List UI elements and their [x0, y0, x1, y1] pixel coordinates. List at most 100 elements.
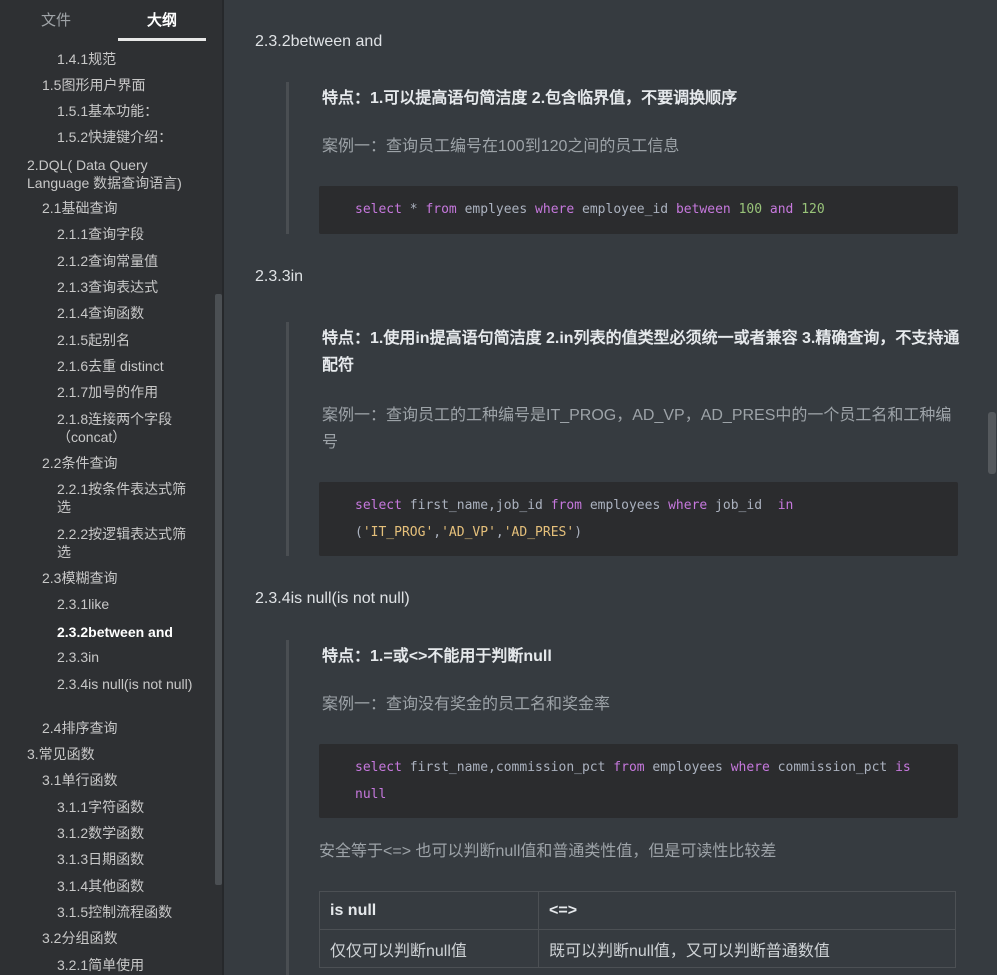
- code-text: ,: [495, 525, 504, 540]
- outline-item[interactable]: 3.1.3日期函数: [57, 850, 200, 868]
- outline-item[interactable]: 2.3.1like: [57, 595, 200, 613]
- feature-text: 特点：1.可以提高语句简洁度 2.包含临界值，不要调换顺序: [322, 90, 738, 107]
- code-text: employee_id: [574, 202, 676, 217]
- code-keyword: where: [730, 760, 770, 775]
- code-keyword: and: [769, 202, 794, 217]
- code-string: 'AD_VP': [441, 525, 496, 540]
- code-text: first_name,commission_pct: [401, 760, 614, 775]
- outline-item[interactable]: 3.1单行函数: [42, 771, 200, 789]
- code-string: 'AD_PRES': [503, 525, 575, 540]
- sidebar-scrollbar-thumb[interactable]: [215, 294, 222, 885]
- code-block[interactable]: select first_name,commission_pct from em…: [319, 744, 958, 818]
- sidebar-tabs: 文件 大纲: [0, 0, 222, 44]
- code-text: ,: [433, 525, 442, 540]
- outline-item[interactable]: 2.2.1按条件表达式筛选: [57, 480, 200, 516]
- code-text: first_name,job_id: [401, 498, 551, 513]
- code-text: *: [401, 202, 426, 217]
- code-text: ): [574, 525, 583, 540]
- feature-text: 特点：1.=或<>不能用于判断null: [322, 648, 552, 665]
- code-keyword: between: [675, 202, 731, 217]
- safe-equal-text: 安全等于<=> 也可以判断null值和普通类性值，但是可读性比较差: [319, 843, 777, 860]
- code-block[interactable]: select first_name,job_id from employees …: [319, 482, 958, 556]
- editor-content: 2.3.2between and 特点：1.可以提高语句简洁度 2.包含临界值，…: [224, 0, 997, 975]
- editor-scrollbar-thumb[interactable]: [988, 412, 996, 474]
- outline-item[interactable]: 2.1.6去重 distinct: [57, 357, 200, 375]
- sidebar: 文件 大纲 1.4.1规范 1.5图形用户界面 1.5.1基本功能： 1.5.2快捷键…: [0, 0, 222, 975]
- outline-item[interactable]: 3.1.2数学函数: [57, 824, 200, 842]
- outline-item[interactable]: 2.1.4查询函数: [57, 304, 200, 322]
- heading-in: 2.3.3in: [255, 268, 304, 285]
- code-keyword: where: [535, 202, 575, 217]
- outline-item[interactable]: 3.1.1字符函数: [57, 798, 200, 816]
- heading-is-null: 2.3.4is null(is not null): [255, 590, 410, 607]
- outline-item[interactable]: 3.常见函数: [27, 745, 200, 763]
- code-line: select * from emplyees where employee_id…: [355, 196, 825, 223]
- outline-item[interactable]: 2.1.2查询常量值: [57, 252, 200, 270]
- code-keyword: select: [355, 498, 402, 513]
- code-keyword: from: [425, 202, 457, 217]
- outline-item[interactable]: 2.1.7加号的作用: [57, 383, 200, 401]
- outline-item[interactable]: 2.1.5起别名: [57, 331, 200, 349]
- outline-item[interactable]: 1.5.1基本功能：: [57, 102, 200, 120]
- table-header-cell: <=>: [538, 891, 956, 930]
- code-text: employees: [644, 760, 731, 775]
- table-cell: 仅仅可以判断null值: [319, 929, 539, 968]
- tab-outline[interactable]: 大纲: [118, 10, 206, 32]
- code-line: null: [355, 781, 386, 808]
- outline-item[interactable]: 2.3.4is null(is not null): [57, 675, 200, 693]
- outline-item[interactable]: 3.1.5控制流程函数: [57, 903, 200, 921]
- table-row: 仅仅可以判断null值 既可以判断null值，又可以判断普通数值: [319, 929, 956, 968]
- outline-item[interactable]: 2.2.2按逻辑表达式筛选: [57, 525, 200, 561]
- outline-item[interactable]: 2.DQL( Data Query Language 数据查询语言): [27, 156, 200, 192]
- case-text: 案例一：查询员工的工种编号是IT_PROG，AD_VP，AD_PRES中的一个员…: [322, 407, 952, 451]
- case-text: 案例一：查询员工编号在100到120之间的员工信息: [322, 138, 680, 155]
- outline-item[interactable]: 2.3.2between and: [57, 623, 200, 641]
- outline-item[interactable]: 1.4.1规范: [57, 50, 200, 68]
- code-text: (: [355, 525, 363, 540]
- code-number: 100: [738, 202, 763, 217]
- feature-text: 特点：1.使用in提高语句简洁度 2.in列表的值类型必须统一或者兼容 3.精确…: [322, 330, 960, 374]
- code-keyword: is: [895, 760, 911, 775]
- case-text: 案例一：查询没有奖金的员工名和奖金率: [322, 696, 611, 713]
- code-line: ('IT_PROG','AD_VP','AD_PRES'): [355, 519, 582, 546]
- outline-item[interactable]: 1.5.2快捷键介绍：: [57, 128, 200, 146]
- table-cell: 既可以判断null值，又可以判断普通数值: [538, 929, 956, 968]
- outline-item[interactable]: 2.3.3in: [57, 648, 200, 666]
- outline-item[interactable]: 1.5图形用户界面: [42, 76, 200, 94]
- outline-item[interactable]: 2.4排序查询: [42, 719, 200, 737]
- tab-files[interactable]: 文件: [36, 10, 76, 32]
- table-header-row: is null <=>: [319, 891, 956, 930]
- code-keyword: null: [355, 787, 387, 802]
- code-keyword: from: [550, 498, 582, 513]
- outline-item[interactable]: 2.1.8连接两个字段（concat）: [57, 410, 200, 446]
- code-keyword: from: [613, 760, 645, 775]
- code-keyword: select: [355, 202, 402, 217]
- code-number: 120: [801, 202, 825, 217]
- code-text: commission_pct: [769, 760, 896, 775]
- outline-item[interactable]: 2.3模糊查询: [42, 569, 200, 587]
- code-keyword: select: [355, 760, 402, 775]
- outline-item[interactable]: 3.1.4其他函数: [57, 877, 200, 895]
- outline-item[interactable]: 3.2.1简单使用: [57, 956, 200, 974]
- outline-item[interactable]: 2.1.1查询字段: [57, 225, 200, 243]
- heading-between-and: 2.3.2between and: [255, 33, 383, 50]
- code-keyword: where: [668, 498, 708, 513]
- code-block[interactable]: select * from emplyees where employee_id…: [319, 186, 958, 234]
- active-tab-indicator: [118, 38, 206, 41]
- outline-item[interactable]: 3.2分组函数: [42, 929, 200, 947]
- code-line: select first_name,commission_pct from em…: [355, 754, 911, 781]
- code-line: select first_name,job_id from employees …: [355, 492, 793, 519]
- outline-item[interactable]: 2.1.3查询表达式: [57, 278, 200, 296]
- code-string: 'IT_PROG': [362, 525, 434, 540]
- code-text: emplyees: [456, 202, 536, 217]
- outline-item[interactable]: 2.1基础查询: [42, 199, 200, 217]
- comparison-table: is null <=> 仅仅可以判断null值 既可以判断null值，又可以判断…: [319, 891, 956, 968]
- code-text: employees: [582, 498, 669, 513]
- table-header-cell: is null: [319, 891, 539, 930]
- code-text: job_id: [707, 498, 778, 513]
- code-keyword: in: [777, 498, 794, 513]
- outline-item[interactable]: 2.2条件查询: [42, 454, 200, 472]
